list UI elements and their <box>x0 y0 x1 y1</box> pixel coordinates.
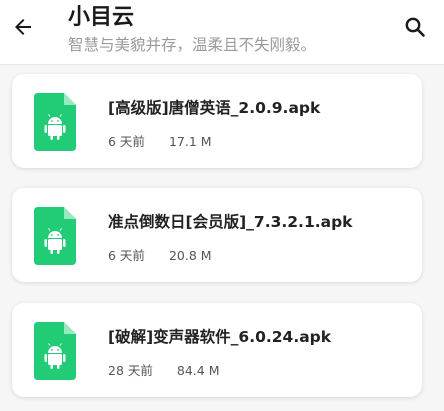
file-card[interactable]: [破解]变声器软件_6.0.24.apk 28 天前 84.4 M <box>12 303 422 397</box>
file-name: [破解]变声器软件_6.0.24.apk <box>108 328 332 346</box>
file-size: 20.8 M <box>168 248 212 263</box>
file-meta: 28 天前 84.4 M <box>108 360 219 379</box>
file-name: 准点倒数日[会员版]_7.3.2.1.apk <box>108 213 353 231</box>
page-subtitle: 智慧与美貌并存，温柔且不失刚毅。 <box>68 36 317 54</box>
page-title: 小目云 <box>68 5 135 30</box>
apk-file-icon <box>34 322 76 380</box>
search-icon <box>405 17 425 37</box>
back-button[interactable] <box>6 10 40 44</box>
file-size: 17.1 M <box>168 134 212 149</box>
file-time: 6 天前 <box>108 134 145 149</box>
file-meta: 6 天前 17.1 M <box>108 131 212 150</box>
file-name: [高级版]唐僧英语_2.0.9.apk <box>108 99 321 117</box>
file-time: 6 天前 <box>108 248 145 263</box>
file-card[interactable]: [高级版]唐僧英语_2.0.9.apk 6 天前 17.1 M <box>12 74 422 168</box>
app-bar: 小目云 智慧与美貌并存，温柔且不失刚毅。 <box>0 0 444 65</box>
file-card[interactable]: 准点倒数日[会员版]_7.3.2.1.apk 6 天前 20.8 M <box>12 188 422 282</box>
file-meta: 6 天前 20.8 M <box>108 245 212 264</box>
arrow-left-icon <box>15 19 31 35</box>
file-size: 84.4 M <box>176 363 220 378</box>
apk-file-icon <box>34 93 76 151</box>
title-group: 小目云 智慧与美貌并存，温柔且不失刚毅。 <box>68 4 316 56</box>
search-button[interactable] <box>398 10 432 44</box>
file-time: 28 天前 <box>108 363 153 378</box>
apk-file-icon <box>34 207 76 265</box>
